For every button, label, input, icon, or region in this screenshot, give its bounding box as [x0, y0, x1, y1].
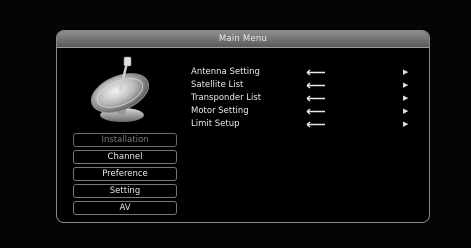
chevron-right-icon: ▶ [403, 81, 409, 89]
chevron-right-icon: ▶ [403, 107, 409, 115]
menu-item-label: Satellite List [191, 80, 244, 90]
return-arrow-icon [306, 95, 325, 102]
side-menu-item-setting[interactable]: Setting [73, 184, 177, 198]
side-menu-item-installation[interactable]: Installation [73, 133, 177, 147]
side-menu: Installation Channel Preference Setting … [73, 133, 177, 218]
side-menu-item-av[interactable]: AV [73, 201, 177, 215]
main-menu-window: Main Menu Installation Channel Preferenc… [56, 30, 430, 223]
return-arrow-icon [306, 69, 325, 76]
return-arrow-icon [306, 121, 325, 128]
side-menu-item-preference[interactable]: Preference [73, 167, 177, 181]
return-arrow-icon [306, 82, 325, 89]
tv-screen: Main Menu Installation Channel Preferenc… [0, 0, 471, 248]
installation-items: Antenna Setting ▶ Satellite List ▶ Trans… [191, 66, 416, 131]
menu-item-label: Transponder List [191, 93, 262, 103]
menu-item-limit-setup[interactable]: Limit Setup ▶ [191, 118, 416, 131]
menu-item-transponder-list[interactable]: Transponder List ▶ [191, 92, 416, 105]
chevron-right-icon: ▶ [403, 94, 409, 102]
menu-item-satellite-list[interactable]: Satellite List ▶ [191, 79, 416, 92]
chevron-right-icon: ▶ [403, 68, 409, 76]
menu-item-motor-setting[interactable]: Motor Setting ▶ [191, 105, 416, 118]
window-title: Main Menu [57, 31, 429, 48]
satellite-dish-icon [90, 56, 150, 122]
side-menu-item-channel[interactable]: Channel [73, 150, 177, 164]
return-arrow-icon [306, 108, 325, 115]
chevron-right-icon: ▶ [403, 120, 409, 128]
menu-item-antenna-setting[interactable]: Antenna Setting ▶ [191, 66, 416, 79]
menu-item-label: Antenna Setting [191, 67, 260, 77]
menu-item-label: Motor Setting [191, 106, 249, 116]
menu-item-label: Limit Setup [191, 119, 240, 129]
